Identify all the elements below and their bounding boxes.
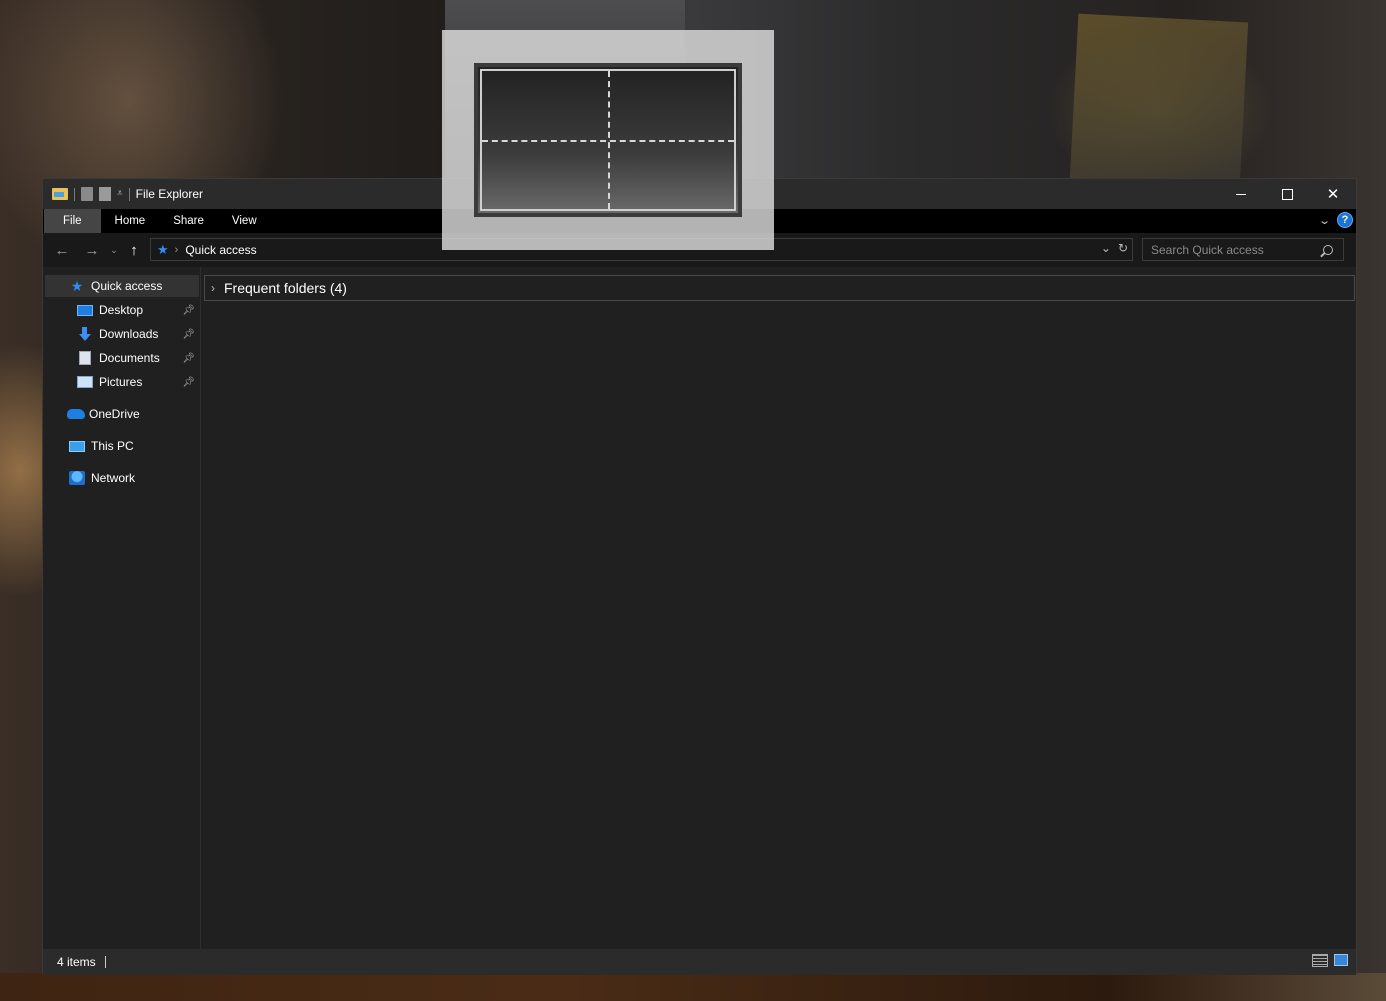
help-icon[interactable]: ?: [1337, 212, 1353, 228]
sidebar-item-network[interactable]: Network: [45, 467, 199, 489]
star-icon: ★: [157, 241, 169, 257]
ribbon-right-controls: ⌄ ?: [1318, 212, 1353, 228]
downloads-icon: [77, 327, 93, 341]
search-input[interactable]: Search Quick access: [1151, 243, 1323, 257]
maximize-icon: [1281, 188, 1293, 200]
sidebar-item-onedrive[interactable]: OneDrive: [45, 403, 199, 425]
snap-divider-horizontal: [482, 140, 734, 142]
sidebar-item-label: Desktop: [99, 303, 144, 317]
wallpaper-poster: [1069, 13, 1249, 188]
chevron-down-icon[interactable]: ⌄: [1318, 214, 1331, 227]
chevron-right-icon[interactable]: ›: [211, 281, 215, 295]
tab-view[interactable]: View: [218, 209, 271, 233]
forward-button[interactable]: →: [77, 242, 107, 259]
sidebar-item-label: Documents: [99, 351, 160, 365]
sidebar-item-pictures[interactable]: Pictures 📌︎: [45, 371, 199, 393]
sidebar-item-desktop[interactable]: Desktop 📌︎: [45, 299, 199, 321]
documents-icon: [79, 351, 91, 365]
pin-icon[interactable]: 📌︎: [182, 305, 195, 316]
sidebar-item-documents[interactable]: Documents 📌︎: [45, 347, 199, 369]
quick-access-toolbar: ⩡: [52, 187, 130, 201]
sidebar-item-quick-access[interactable]: ★ Quick access: [45, 275, 199, 297]
group-header-frequent-folders[interactable]: › Frequent folders (4): [204, 275, 1355, 301]
large-icons-view-icon[interactable]: [1334, 954, 1348, 966]
address-dropdown-icon[interactable]: ⌄: [1101, 241, 1111, 255]
snap-layout-preview[interactable]: [474, 63, 742, 217]
toolbar-separator: [74, 187, 75, 201]
breadcrumb-separator[interactable]: ›: [175, 244, 179, 256]
window-title: File Explorer: [135, 187, 203, 201]
customize-dropdown-icon[interactable]: ⩡: [117, 189, 123, 199]
recent-locations-button[interactable]: ⌄: [107, 245, 121, 256]
properties-icon[interactable]: [81, 187, 93, 201]
wallpaper-desk: [0, 973, 1386, 1001]
view-toggle: [1312, 954, 1348, 967]
snap-layout-overlay: [442, 30, 774, 250]
pin-icon[interactable]: 📌︎: [182, 329, 195, 340]
star-icon: ★: [70, 278, 84, 294]
window-controls: ✕: [1218, 179, 1356, 209]
maximize-button[interactable]: [1264, 179, 1310, 209]
content-pane: › Frequent folders (4): [202, 267, 1356, 949]
snap-quadrant-grid: [480, 69, 736, 211]
up-button[interactable]: ↑: [121, 242, 147, 259]
sidebar-item-this-pc[interactable]: This PC: [45, 435, 199, 457]
back-button[interactable]: ←: [47, 242, 77, 259]
sidebar-item-label: OneDrive: [89, 407, 140, 421]
close-icon: ✕: [1326, 186, 1340, 203]
tab-share[interactable]: Share: [159, 209, 218, 233]
sidebar-item-label: Pictures: [99, 375, 143, 389]
status-separator: [104, 956, 106, 968]
minimize-button[interactable]: [1218, 179, 1264, 209]
tab-file[interactable]: File: [44, 209, 101, 233]
sidebar-item-label: Downloads: [99, 327, 159, 341]
folder-icon[interactable]: [52, 188, 68, 200]
address-bar-controls: ⌄ ↻: [1101, 241, 1128, 255]
search-box[interactable]: Search Quick access: [1142, 238, 1344, 261]
desktop-icon: [77, 304, 93, 316]
pictures-icon: [77, 376, 93, 388]
search-icon[interactable]: [1323, 244, 1333, 255]
new-folder-icon[interactable]: [99, 187, 111, 201]
toolbar-separator: [128, 187, 130, 201]
breadcrumb-location[interactable]: Quick access: [185, 243, 256, 257]
refresh-icon[interactable]: ↻: [1118, 241, 1128, 255]
sidebar-item-label: Network: [91, 471, 136, 485]
details-view-icon[interactable]: [1312, 954, 1328, 967]
navigation-pane: ★ Quick access Desktop 📌︎ Downloads 📌︎ D…: [43, 267, 201, 949]
file-explorer-window: ⩡ File Explorer ✕ File Home Share View ⌄…: [42, 178, 1357, 975]
sidebar-item-label: Quick access: [91, 279, 163, 293]
group-title: Frequent folders (4): [224, 280, 347, 296]
computer-icon: [69, 440, 85, 452]
status-bar: 4 items: [43, 949, 1356, 975]
tab-home[interactable]: Home: [101, 209, 160, 233]
minimize-icon: [1236, 193, 1246, 195]
sidebar-item-downloads[interactable]: Downloads 📌︎: [45, 323, 199, 345]
close-button[interactable]: ✕: [1310, 179, 1356, 209]
pin-icon[interactable]: 📌︎: [182, 377, 195, 388]
item-count: 4 items: [57, 955, 96, 969]
onedrive-icon: [67, 409, 85, 419]
network-icon: [69, 471, 85, 485]
pin-icon[interactable]: 📌︎: [182, 353, 195, 364]
sidebar-item-label: This PC: [91, 439, 134, 453]
